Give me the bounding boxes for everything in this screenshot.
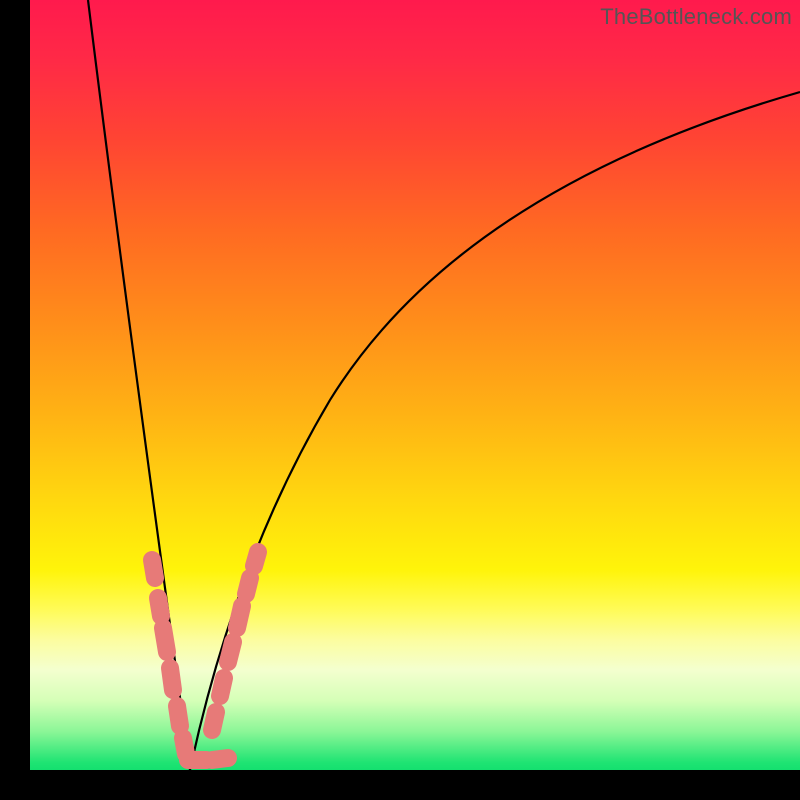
plot-area: TheBottleneck.com <box>30 0 800 770</box>
chart-frame: TheBottleneck.com <box>0 0 800 800</box>
curve-layer <box>30 0 800 770</box>
right-branch-curve <box>190 92 800 770</box>
watermark-text: TheBottleneck.com <box>600 4 792 30</box>
marker-cluster <box>152 552 258 760</box>
